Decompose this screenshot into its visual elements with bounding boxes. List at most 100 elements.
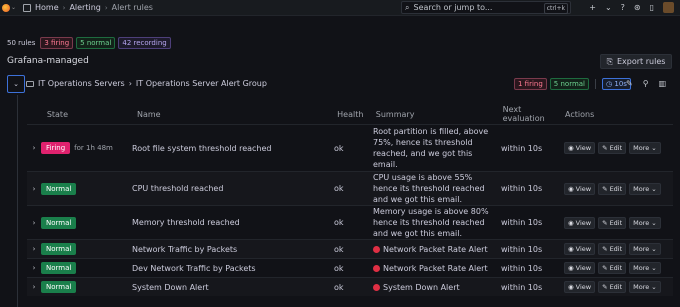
next-evaluation: within 10s xyxy=(501,263,543,273)
view-button[interactable]: ◉ View xyxy=(564,243,596,255)
table-row[interactable]: › Firing for 1h 48m Root file system thresh… xyxy=(27,124,673,171)
edit-icon: ✎ xyxy=(602,283,608,291)
edit-button[interactable]: ✎ Edit xyxy=(598,281,627,293)
group-title: IT Operations Servers › IT Operations Se… xyxy=(26,79,267,88)
more-button[interactable]: More ⌄ xyxy=(629,262,661,274)
home-icon xyxy=(23,3,31,12)
table-row[interactable]: › Normal System Down Alert ok System Down Al… xyxy=(27,277,673,296)
row-actions: ◉ View ✎ Edit More ⌄ xyxy=(564,281,673,293)
group-folder-name[interactable]: IT Operations Servers xyxy=(38,79,125,88)
edit-label: Edit xyxy=(609,245,623,253)
chevron-down-icon: ⌄ xyxy=(651,144,657,152)
column-summary: Summary xyxy=(375,109,415,119)
state-badge: Normal xyxy=(41,216,77,229)
add-icon[interactable]: + xyxy=(589,3,596,12)
folder-icon xyxy=(26,80,34,87)
more-button[interactable]: More ⌄ xyxy=(629,243,661,255)
view-button[interactable]: ◉ View xyxy=(564,142,596,154)
eye-icon: ◉ xyxy=(568,245,574,253)
more-button[interactable]: More ⌄ xyxy=(629,142,661,154)
more-button[interactable]: More ⌄ xyxy=(629,281,661,293)
breadcrumb-home[interactable]: Home xyxy=(35,3,59,12)
row-actions: ◉ View ✎ Edit More ⌄ xyxy=(564,142,673,154)
search-icon: ⌕ xyxy=(405,2,410,12)
edit-button[interactable]: ✎ Edit xyxy=(598,262,627,274)
search-placeholder: Search or jump to... xyxy=(413,3,493,12)
expand-row-icon[interactable]: › xyxy=(27,283,41,291)
view-button[interactable]: ◉ View xyxy=(564,262,596,274)
column-actions: Actions xyxy=(565,109,595,119)
notifications-icon[interactable]: ▯ xyxy=(650,3,654,12)
column-next-evaluation: Next evaluation xyxy=(502,105,545,123)
edit-icon[interactable]: ✎ xyxy=(626,79,633,88)
rule-name: Memory threshold reached xyxy=(132,218,240,227)
summary-text: Memory usage is above 80% hence its thre… xyxy=(373,207,489,238)
table-row[interactable]: › Normal Network Traffic by Packets ok Netwo… xyxy=(27,239,673,258)
permissions-icon[interactable]: ⚲ xyxy=(643,79,649,88)
table-row[interactable]: › Normal CPU threshold reached ok CPU usage … xyxy=(27,171,673,205)
view-button[interactable]: ◉ View xyxy=(564,182,596,195)
more-button[interactable]: More ⌄ xyxy=(629,182,661,195)
edit-icon: ✎ xyxy=(602,218,608,227)
avatar[interactable] xyxy=(663,2,674,13)
eye-icon: ◉ xyxy=(568,264,574,272)
expand-row-icon[interactable]: › xyxy=(27,144,41,152)
next-evaluation: within 10s xyxy=(501,143,543,153)
delete-icon[interactable]: ▥ xyxy=(659,79,667,88)
group-actions: ✎ ⚲ ▥ xyxy=(626,79,666,88)
edit-button[interactable]: ✎ Edit xyxy=(598,243,627,255)
state-badge: Normal xyxy=(41,262,77,274)
group-firing-badge: 1 firing xyxy=(514,78,547,90)
state-cell: Firing for 1h 48m xyxy=(41,142,132,154)
expand-row-icon[interactable]: › xyxy=(27,245,41,253)
view-label: View xyxy=(575,245,592,253)
edit-button[interactable]: ✎ Edit xyxy=(598,142,627,154)
more-button[interactable]: More ⌄ xyxy=(629,216,661,229)
table-row[interactable]: › Normal Dev Network Traffic by Packets ok N… xyxy=(27,258,673,277)
next-evaluation: within 10s xyxy=(501,244,543,254)
export-rules-button[interactable]: ⎘ Export rules xyxy=(600,54,672,69)
next-evaluation: within 10s xyxy=(501,184,543,193)
column-health: Health xyxy=(337,109,364,119)
edit-button[interactable]: ✎ Edit xyxy=(598,182,627,195)
chevron-down-icon[interactable]: ⌄ xyxy=(605,3,612,12)
breadcrumb-alerting[interactable]: Alerting xyxy=(69,3,100,12)
export-icon: ⎘ xyxy=(606,56,613,66)
expand-row-icon[interactable]: › xyxy=(27,219,41,227)
section-title: Grafana-managed xyxy=(7,56,89,66)
rule-count: 50 rules xyxy=(7,39,36,47)
alert-icon xyxy=(373,283,380,291)
eye-icon: ◉ xyxy=(568,144,574,152)
rule-name: CPU threshold reached xyxy=(132,184,224,193)
expand-row-icon[interactable]: › xyxy=(27,185,41,193)
row-actions: ◉ View ✎ Edit More ⌄ xyxy=(564,262,673,274)
chevron-down-icon: ⌄ xyxy=(651,218,657,227)
summary-text: Network Packet Rate Alert xyxy=(383,244,488,254)
view-label: View xyxy=(575,184,592,193)
expand-row-icon[interactable]: › xyxy=(27,264,41,272)
eye-icon: ◉ xyxy=(568,218,574,227)
edit-button[interactable]: ✎ Edit xyxy=(598,216,627,229)
breadcrumb-alert-rules[interactable]: Alert rules xyxy=(112,3,153,12)
divider xyxy=(595,79,597,89)
news-icon[interactable]: ⊛ xyxy=(634,3,641,12)
export-label: Export rules xyxy=(617,57,666,66)
health-value: ok xyxy=(334,218,344,227)
collapse-group-button[interactable]: ⌄ xyxy=(7,75,25,93)
edit-label: Edit xyxy=(609,144,623,152)
chevron-right-icon: › xyxy=(128,79,132,88)
grafana-logo-icon[interactable]: ⌄ xyxy=(2,3,16,13)
table-body: › Firing for 1h 48m Root file system thresh… xyxy=(27,124,673,296)
table-row[interactable]: › Normal Memory threshold reached ok Memory … xyxy=(27,205,673,239)
edit-icon: ✎ xyxy=(602,264,608,272)
summary-cell: Memory usage is above 80% hence its thre… xyxy=(373,206,501,239)
help-icon[interactable]: ? xyxy=(621,3,625,12)
view-button[interactable]: ◉ View xyxy=(564,216,596,229)
more-label: More xyxy=(633,144,650,152)
edit-icon: ✎ xyxy=(602,245,608,253)
state-cell: Normal xyxy=(41,281,132,293)
more-label: More xyxy=(633,218,650,227)
search-input[interactable]: ⌕ Search or jump to... ctrl+k xyxy=(401,1,571,14)
view-button[interactable]: ◉ View xyxy=(564,281,596,293)
edit-label: Edit xyxy=(609,184,623,193)
